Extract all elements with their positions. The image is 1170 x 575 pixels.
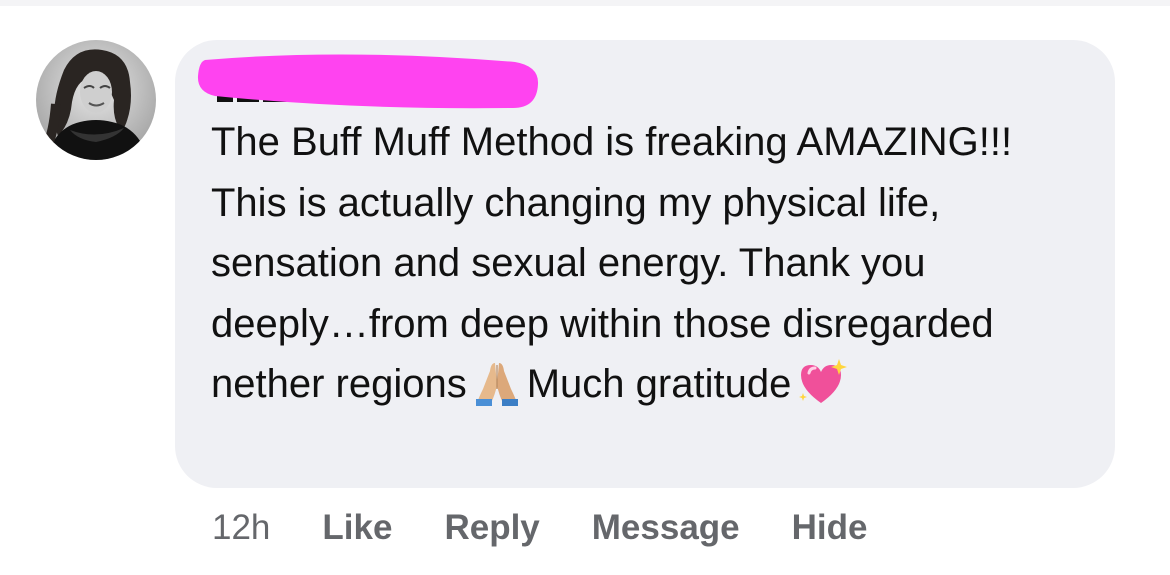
sparkling-heart-icon (797, 357, 849, 425)
reply-button[interactable]: Reply (444, 508, 539, 548)
top-divider (0, 0, 1170, 6)
comment-text: The Buff Muff Method is freaking AMAZING… (211, 112, 1091, 425)
avatar[interactable] (36, 40, 156, 160)
message-button[interactable]: Message (592, 508, 740, 548)
comment-actions: 12h Like Reply Message Hide (212, 505, 868, 551)
avatar-photo (36, 40, 156, 160)
comment-timestamp[interactable]: 12h (212, 508, 270, 548)
folded-hands-icon (473, 359, 521, 425)
name-redaction (197, 54, 539, 109)
like-button[interactable]: Like (322, 508, 392, 548)
hide-button[interactable]: Hide (792, 508, 868, 548)
comment-text-closing: Much gratitude (526, 362, 792, 406)
